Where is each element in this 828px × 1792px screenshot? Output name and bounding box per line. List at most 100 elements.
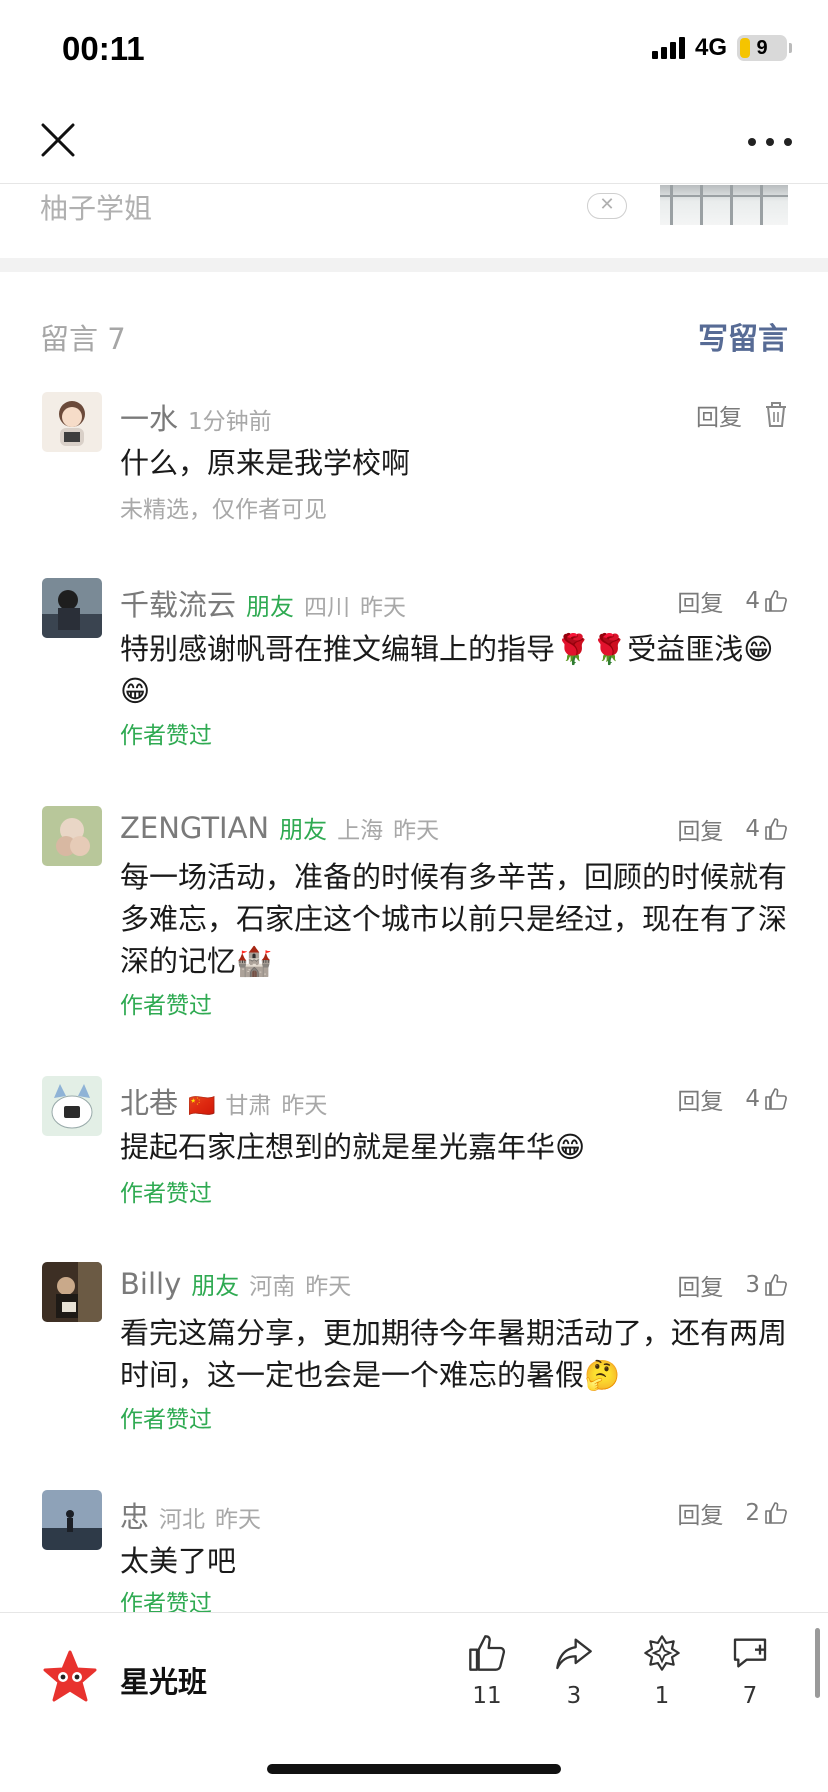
avatar[interactable]	[42, 392, 102, 452]
reply-button[interactable]: 回复	[677, 1268, 723, 1302]
comment-time: 昨天	[393, 818, 440, 844]
comment-location: 四川	[304, 595, 351, 621]
comment-item: Billy 朋友 河南 昨天 回复 3 看完这篇分享，更加期待今年暑期活动了，还…	[0, 1262, 828, 1433]
comment-button[interactable]: 7	[710, 1633, 790, 1709]
commenter-name[interactable]: 一水	[120, 396, 178, 438]
commenter-name[interactable]: ZENGTIAN	[120, 811, 269, 845]
author-liked-tag: 作者赞过	[120, 1407, 212, 1433]
comment-text: 什么，原来是我学校啊	[120, 446, 411, 480]
like-button[interactable]: 4	[745, 816, 788, 842]
status-indicators: 4G 9	[651, 34, 792, 62]
comment-count: 7	[742, 1683, 758, 1709]
scrollbar[interactable]	[815, 1628, 820, 1698]
related-article-thumbnail[interactable]	[660, 185, 788, 225]
like-article-button[interactable]: 11	[447, 1633, 527, 1709]
comment-text: 每一场活动，准备的时候有多辛苦，回顾的时候就有多难忘，石家庄这个城市以前只是经过…	[120, 860, 788, 978]
comment-text: 特别感谢帆哥在推文编辑上的指导🌹🌹受益匪浅😁😁	[120, 632, 774, 708]
like-button[interactable]: 3	[745, 1272, 788, 1298]
like-count: 3	[745, 1272, 760, 1298]
avatar[interactable]	[42, 1262, 102, 1322]
status-bar: 00:11 4G 9	[0, 0, 828, 100]
comment-time: 昨天	[305, 1274, 352, 1300]
wow-button[interactable]: 1	[622, 1633, 702, 1709]
comment-time: 昨天	[360, 595, 407, 621]
comment-item: ZENGTIAN 朋友 上海 昨天 回复 4 每一场活动，准备的时候有多辛苦，回…	[0, 806, 828, 1019]
comment-header: 北巷 🇨🇳 甘肃 昨天	[120, 1080, 327, 1120]
like-count: 2	[745, 1500, 760, 1526]
wow-star-icon	[644, 1635, 680, 1671]
comment-time: 昨天	[215, 1507, 262, 1533]
reply-button[interactable]: 回复	[677, 584, 723, 618]
comment-item: 忠 河北 昨天 回复 2 太美了吧 作者赞过	[0, 1490, 828, 1617]
reply-button[interactable]: 回复	[677, 1082, 723, 1116]
friend-badge: 朋友	[246, 593, 295, 621]
comment-time: 昨天	[281, 1093, 328, 1119]
like-count: 4	[745, 1086, 760, 1112]
more-options-button[interactable]	[748, 136, 792, 148]
home-indicator[interactable]	[267, 1764, 561, 1774]
more-dot-icon	[766, 138, 774, 146]
comment-text: 提起石家庄想到的就是星光嘉年华😁	[120, 1130, 586, 1164]
comment-actions: 回复 4	[677, 1082, 788, 1116]
like-button[interactable]: 2	[745, 1500, 788, 1526]
comment-header: 一水 1分钟前	[120, 396, 272, 436]
comment-actions: 回复 4	[677, 812, 788, 846]
nav-bar	[0, 100, 828, 184]
like-count: 11	[472, 1683, 502, 1709]
network-type: 4G	[694, 34, 727, 61]
comment-item: 千载流云 朋友 四川 昨天 回复 4 特别感谢帆哥在推文编辑上的指导🌹🌹受益匪浅…	[0, 578, 828, 749]
share-arrow-icon	[556, 1638, 592, 1670]
comment-actions: 回复 2	[677, 1496, 788, 1530]
like-button[interactable]: 4	[745, 1086, 788, 1112]
comment-visibility-note: 未精选，仅作者可见	[120, 497, 327, 523]
comments-header: 留言 7 写留言	[0, 300, 828, 370]
comment-text: 太美了吧	[120, 1544, 237, 1578]
share-button[interactable]: 3	[534, 1633, 614, 1709]
write-comment-button[interactable]: 写留言	[698, 314, 788, 358]
thumbs-up-icon	[765, 1088, 787, 1110]
reply-button[interactable]: 回复	[677, 812, 723, 846]
thumbs-up-icon	[765, 1274, 787, 1296]
account-logo[interactable]	[42, 1649, 98, 1705]
reply-button[interactable]: 回复	[677, 1496, 723, 1530]
commenter-name[interactable]: 北巷	[120, 1080, 178, 1122]
commenter-name[interactable]: 千载流云	[120, 582, 236, 624]
comment-actions: 回复	[696, 398, 788, 432]
comment-time: 1分钟前	[188, 409, 272, 435]
avatar[interactable]	[42, 578, 102, 638]
comment-header: 千载流云 朋友 四川 昨天	[120, 582, 406, 622]
battery-icon: 9	[737, 35, 787, 61]
commenter-name[interactable]: Billy	[120, 1267, 181, 1301]
share-count: 3	[566, 1683, 582, 1709]
close-icon	[41, 123, 75, 157]
reply-button[interactable]: 回复	[696, 398, 742, 432]
comment-header: 忠 河北 昨天	[120, 1494, 261, 1534]
comment-location: 甘肃	[225, 1093, 272, 1119]
dismiss-button[interactable]: ✕	[587, 193, 627, 219]
account-name[interactable]: 星光班	[120, 1659, 207, 1701]
section-divider	[0, 258, 828, 272]
comment-header: ZENGTIAN 朋友 上海 昨天	[120, 810, 439, 850]
comment-actions: 回复 4	[677, 584, 788, 618]
thumbs-up-icon	[765, 590, 787, 612]
like-count: 4	[745, 588, 760, 614]
avatar[interactable]	[42, 1076, 102, 1136]
avatar[interactable]	[42, 1490, 102, 1550]
comment-location: 河北	[159, 1507, 206, 1533]
author-liked-tag: 作者赞过	[120, 993, 212, 1019]
like-count: 4	[745, 816, 760, 842]
avatar[interactable]	[42, 806, 102, 866]
comment-item: 一水 1分钟前 回复 什么，原来是我学校啊 未精选，仅作者可见	[0, 392, 828, 532]
comment-text: 看完这篇分享，更加期待今年暑期活动了，还有两周时间，这一定也会是一个难忘的暑假🤔	[120, 1316, 788, 1392]
author-liked-tag: 作者赞过	[120, 723, 212, 749]
related-article-card[interactable]: 柚子学姐 ✕	[0, 185, 828, 258]
comment-header: Billy 朋友 河南 昨天	[120, 1266, 351, 1306]
commenter-name[interactable]: 忠	[120, 1494, 149, 1536]
delete-icon[interactable]	[764, 402, 788, 428]
more-dot-icon	[784, 138, 792, 146]
like-button[interactable]: 4	[745, 588, 788, 614]
close-button[interactable]	[38, 120, 78, 160]
comment-actions: 回复 3	[677, 1268, 788, 1302]
thumbs-up-icon	[765, 1502, 787, 1524]
comment-add-icon	[733, 1638, 767, 1668]
